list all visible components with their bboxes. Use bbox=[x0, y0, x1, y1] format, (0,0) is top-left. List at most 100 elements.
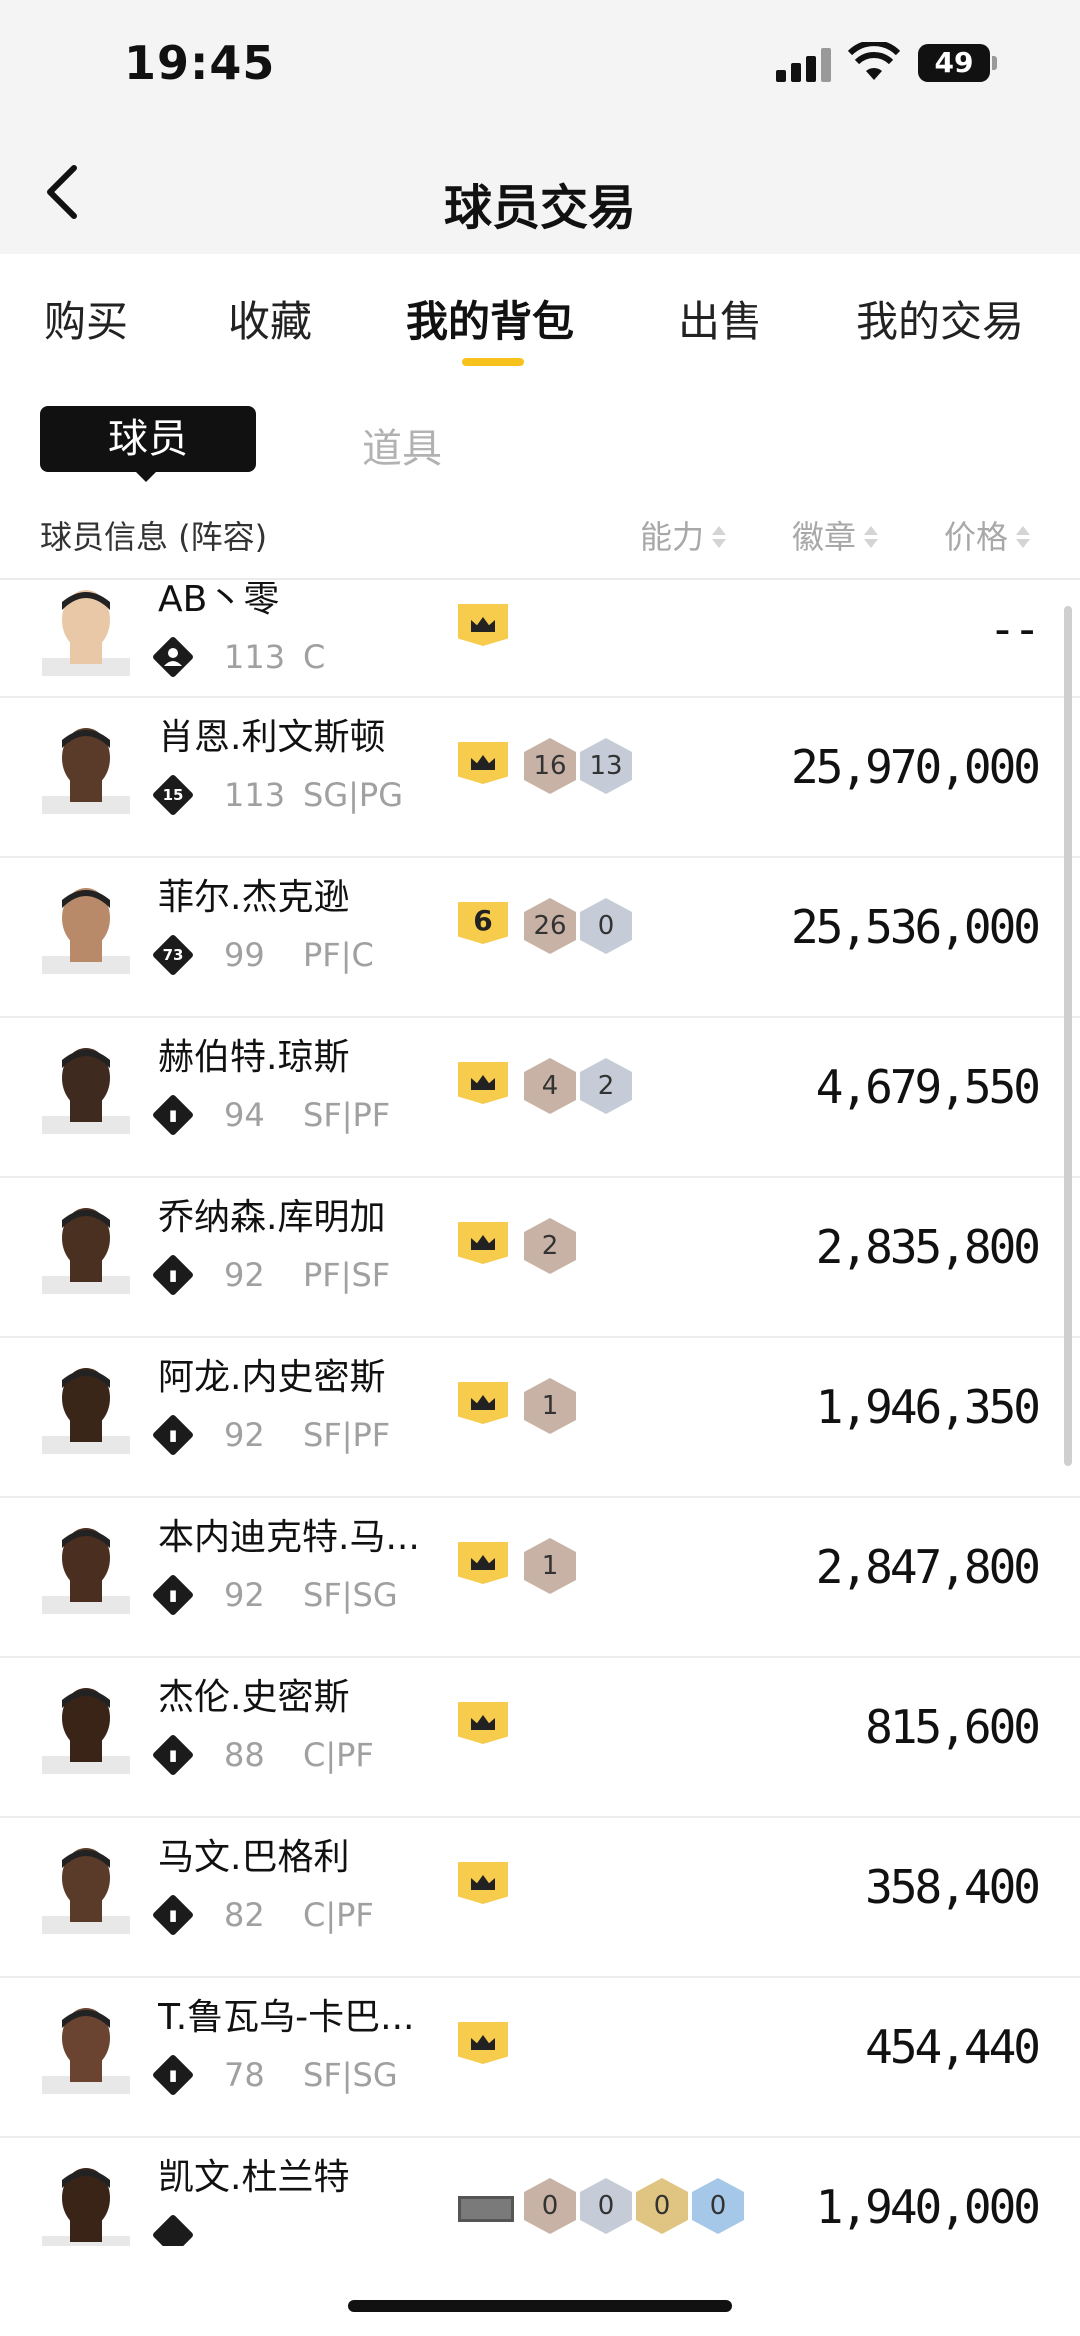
sort-badge-label: 徽章 bbox=[792, 518, 857, 556]
player-row[interactable]: 赫伯特.琼斯 ▮ 94 SF|PF 42 4,679,550 bbox=[0, 1016, 1080, 1178]
player-position: PF|C bbox=[303, 936, 374, 974]
player-rating: 99 bbox=[224, 936, 265, 974]
meta-glyph: ▮ bbox=[168, 1906, 178, 1924]
player-position: C|PF bbox=[303, 1896, 374, 1934]
meta-glyph bbox=[158, 2220, 188, 2246]
sort-ability-label: 能力 bbox=[640, 518, 705, 556]
crown-icon bbox=[471, 1715, 495, 1730]
player-avatar bbox=[42, 2168, 130, 2246]
bronze-badge-icon: 4 bbox=[524, 1058, 576, 1114]
column-header: 球员信息 (阵容) 能力 徽章 价格 bbox=[0, 494, 1080, 580]
player-row[interactable]: 本内迪克特.马... ▮ 92 SF|SG 1 2,847,800 bbox=[0, 1496, 1080, 1658]
player-price: 25,970,000 bbox=[791, 740, 1041, 794]
tab-buy[interactable]: 购买 bbox=[44, 288, 128, 349]
player-row[interactable]: T.鲁瓦乌-卡巴... ▮ 78 SF|SG 454,440 bbox=[0, 1976, 1080, 2138]
bronze-badge-icon: 1 bbox=[524, 1378, 576, 1434]
player-row[interactable]: 肖恩.利文斯顿 15 113 SG|PG 16 13 25,970,000 bbox=[0, 696, 1080, 858]
player-row[interactable]: 乔纳森.库明加 ▮ 92 PF|SF 2 2,835,800 bbox=[0, 1176, 1080, 1338]
crown-tier-icon bbox=[458, 1542, 508, 1584]
player-avatar bbox=[42, 2008, 130, 2094]
silver-badge-icon: 0 bbox=[580, 2178, 632, 2234]
home-indicator[interactable] bbox=[348, 2300, 732, 2312]
crown-icon bbox=[471, 1235, 495, 1250]
nav-header: 球员交易 bbox=[0, 130, 1080, 254]
player-price: 4,679,550 bbox=[815, 1060, 1041, 1114]
silver-badge-icon: 2 bbox=[580, 1058, 632, 1114]
player-name: 赫伯特.琼斯 bbox=[158, 1037, 350, 1078]
player-rating: 78 bbox=[224, 2056, 265, 2094]
subtab-players[interactable]: 球员 bbox=[40, 406, 256, 472]
meta-glyph: 73 bbox=[162, 946, 184, 964]
tab-my-backpack[interactable]: 我的背包 bbox=[406, 288, 574, 349]
player-rating: 92 bbox=[224, 1576, 265, 1614]
crown-tier-icon bbox=[458, 1862, 508, 1904]
player-row[interactable]: 菲尔.杰克逊 73 99 PF|C 6 26 0 25,536,000 bbox=[0, 856, 1080, 1018]
player-rating: 113 bbox=[224, 776, 286, 814]
player-price: 2,835,800 bbox=[815, 1220, 1041, 1274]
player-price: 25,536,000 bbox=[791, 900, 1041, 954]
wifi-icon bbox=[848, 42, 900, 80]
tab-sell[interactable]: 出售 bbox=[678, 288, 762, 349]
tab-favorites[interactable]: 收藏 bbox=[228, 288, 312, 349]
player-position: SF|SG bbox=[303, 2056, 398, 2094]
player-avatar bbox=[42, 728, 130, 814]
crown-icon bbox=[471, 2035, 495, 2050]
player-row[interactable]: 凯文.杜兰特 0000 1,940,000 bbox=[0, 2136, 1080, 2246]
player-rating: 94 bbox=[224, 1096, 265, 1134]
status-bar: 19:45 49 bbox=[0, 0, 1080, 130]
player-row[interactable]: 马文.巴格利 ▮ 82 C|PF 358,400 bbox=[0, 1816, 1080, 1978]
player-row[interactable]: AB丶零 113 C -- bbox=[0, 580, 1080, 698]
sort-price[interactable]: 价格 bbox=[944, 512, 1031, 558]
bronze-badge-icon: 26 bbox=[524, 898, 576, 954]
crown-icon bbox=[471, 1555, 495, 1570]
crown-tier-icon bbox=[458, 604, 508, 646]
player-rating: 92 bbox=[224, 1416, 265, 1454]
crown-tier-icon bbox=[458, 1382, 508, 1424]
scrollbar[interactable] bbox=[1064, 606, 1072, 1466]
player-price: 454,440 bbox=[865, 2020, 1041, 2074]
player-row[interactable]: 阿龙.内史密斯 ▮ 92 SF|PF 1 1,946,350 bbox=[0, 1336, 1080, 1498]
player-avatar bbox=[42, 590, 130, 676]
player-position: C bbox=[303, 638, 326, 676]
subtab-items[interactable]: 道具 bbox=[362, 416, 442, 474]
player-name: 马文.巴格利 bbox=[158, 1837, 350, 1878]
player-name: 杰伦.史密斯 bbox=[158, 1677, 350, 1718]
crown-icon bbox=[471, 617, 495, 632]
sort-price-label: 价格 bbox=[944, 518, 1009, 556]
player-position: SF|PF bbox=[303, 1096, 391, 1134]
player-name: T.鲁瓦乌-卡巴... bbox=[158, 1997, 415, 2038]
crown-icon bbox=[471, 1075, 495, 1090]
crown-icon bbox=[471, 1395, 495, 1410]
tab-my-trades[interactable]: 我的交易 bbox=[856, 288, 1024, 349]
player-avatar bbox=[42, 1048, 130, 1134]
sort-icon bbox=[712, 524, 727, 552]
player-price: 815,600 bbox=[865, 1700, 1041, 1754]
player-position: SG|PG bbox=[303, 776, 403, 814]
crown-icon bbox=[471, 1875, 495, 1890]
player-row[interactable]: 杰伦.史密斯 ▮ 88 C|PF 815,600 bbox=[0, 1656, 1080, 1818]
sort-icon bbox=[864, 524, 879, 552]
active-tab-indicator bbox=[462, 358, 524, 366]
player-name: 凯文.杜兰特 bbox=[158, 2157, 350, 2198]
sort-ability[interactable]: 能力 bbox=[640, 512, 727, 558]
col-player-info: 球员信息 (阵容) bbox=[40, 518, 268, 556]
player-name: AB丶零 bbox=[158, 580, 280, 620]
battery-cap-icon bbox=[992, 56, 997, 70]
player-position: SF|PF bbox=[303, 1416, 391, 1454]
player-rating: 88 bbox=[224, 1736, 265, 1774]
player-avatar bbox=[42, 1528, 130, 1614]
player-price: -- bbox=[988, 602, 1041, 656]
player-rating: 82 bbox=[224, 1896, 265, 1934]
player-price: 1,946,350 bbox=[815, 1380, 1041, 1434]
crown-tier-icon bbox=[458, 1062, 508, 1104]
meta-glyph: ▮ bbox=[168, 2066, 178, 2084]
sort-badge[interactable]: 徽章 bbox=[792, 512, 879, 558]
player-position: SF|SG bbox=[303, 1576, 398, 1614]
player-name: 乔纳森.库明加 bbox=[158, 1197, 386, 1238]
cellular-signal-icon bbox=[776, 48, 836, 82]
battery-level: 49 bbox=[918, 44, 990, 82]
player-avatar bbox=[42, 1208, 130, 1294]
player-position: PF|SF bbox=[303, 1256, 391, 1294]
subtab-pointer-icon bbox=[134, 470, 158, 482]
silver-badge-icon: 0 bbox=[580, 898, 632, 954]
